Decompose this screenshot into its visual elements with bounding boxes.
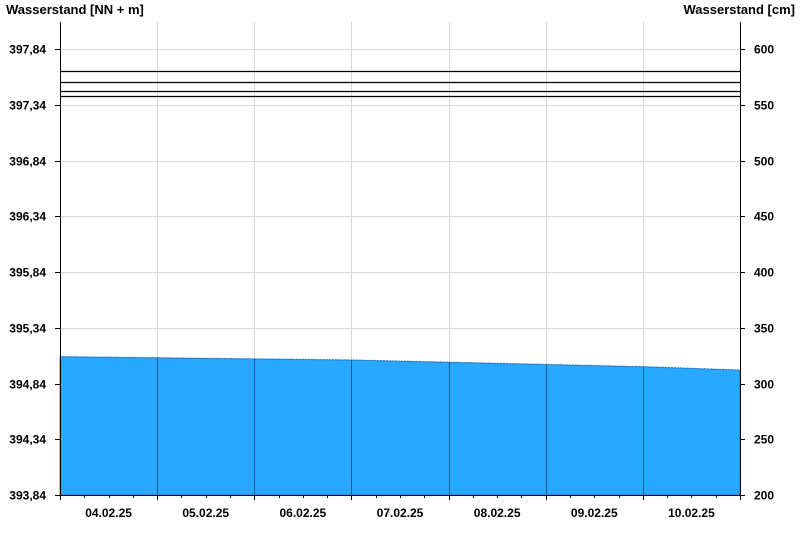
- reference-lines: [60, 70, 740, 98]
- water-level-area: [59, 355, 741, 496]
- left-tick-label: 393,84: [9, 489, 46, 503]
- x-tick-label: 08.02.25: [474, 506, 521, 520]
- left-tick-label: 396,34: [9, 210, 46, 224]
- x-tick-label: 07.02.25: [377, 506, 424, 520]
- left-tick-label: 397,84: [9, 43, 46, 57]
- x-tick-label: 05.02.25: [182, 506, 229, 520]
- left-tick-label: 396,84: [9, 155, 46, 169]
- water-level-series: [59, 355, 741, 496]
- right-tick-label: 200: [754, 489, 774, 503]
- right-tick-label: 400: [754, 266, 774, 280]
- x-tick-label: 10.02.25: [668, 506, 715, 520]
- left-axis-title: Wasserstand [NN + m]: [6, 2, 144, 17]
- x-tick-label: 09.02.25: [571, 506, 618, 520]
- left-tick-label: 395,84: [9, 266, 46, 280]
- left-tick-label: 397,34: [9, 99, 46, 113]
- right-tick-label: 500: [754, 155, 774, 169]
- right-tick-label: 300: [754, 378, 774, 392]
- right-tick-label: 600: [754, 43, 774, 57]
- x-tick-label: 04.02.25: [85, 506, 132, 520]
- right-axis-title: Wasserstand [cm]: [684, 2, 796, 17]
- left-tick-label: 394,34: [9, 433, 46, 447]
- left-tick-label: 395,34: [9, 322, 46, 336]
- right-tick-label: 350: [754, 322, 774, 336]
- right-tick-label: 450: [754, 210, 774, 224]
- x-tick-label: 06.02.25: [279, 506, 326, 520]
- left-tick-label: 394,84: [9, 378, 46, 392]
- water-level-chart: 393,84 394,34 394,84 395,34 395,84 396,34 396,…: [6, 2, 796, 520]
- right-tick-label: 550: [754, 99, 774, 113]
- right-tick-label: 250: [754, 433, 774, 447]
